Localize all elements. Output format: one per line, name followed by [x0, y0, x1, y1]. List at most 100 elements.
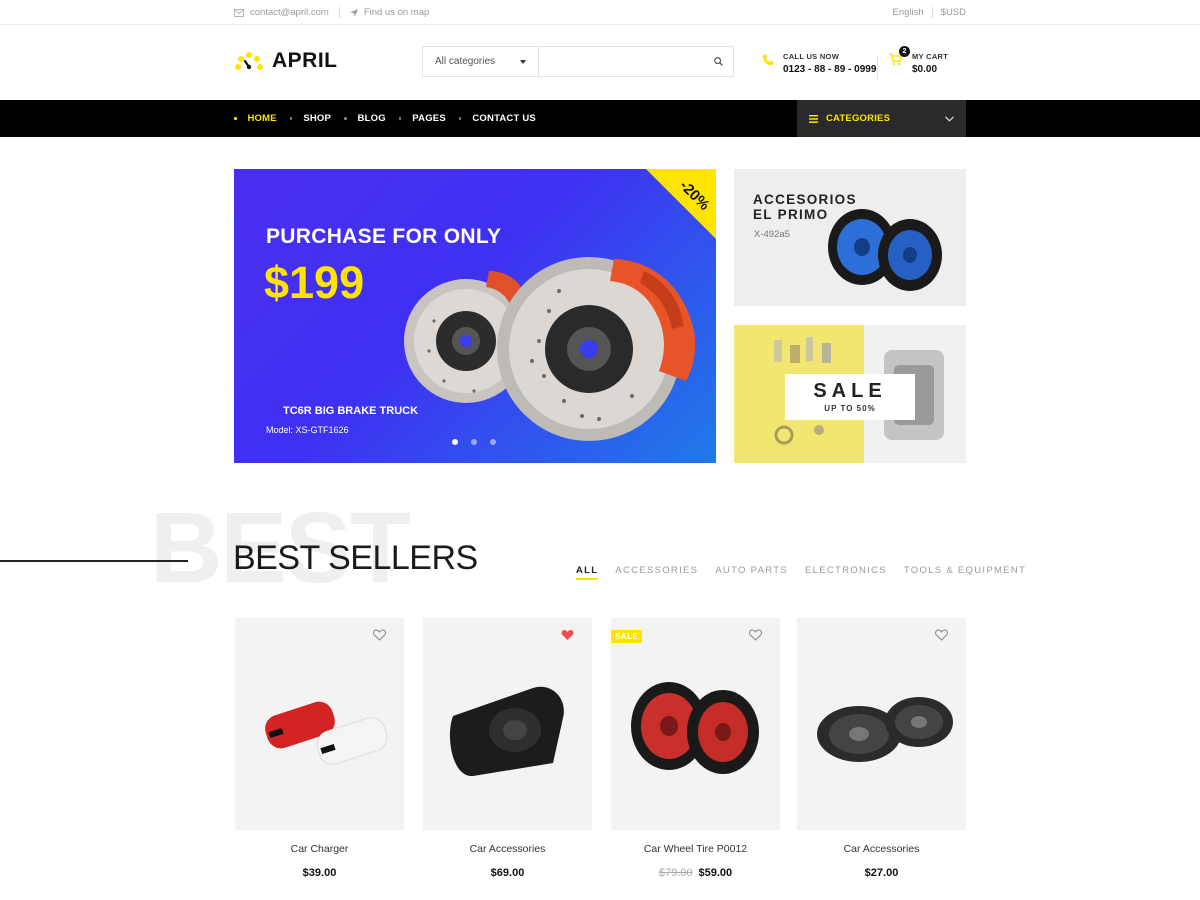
- location-arrow-icon: [349, 8, 358, 17]
- current-price: $27.00: [864, 867, 899, 879]
- hero-product-name: TC6R BIG BRAKE TRUCK: [282, 405, 419, 417]
- accessories-banner[interactable]: ACCESORIOS EL PRIMO X-492a5: [734, 169, 966, 306]
- nav-item-contact-us[interactable]: CONTACT US: [458, 113, 536, 124]
- nav-item-pages[interactable]: PAGES: [398, 113, 446, 124]
- product-name[interactable]: Car Accessories: [797, 843, 966, 855]
- nav-item-label: CONTACT US: [472, 113, 536, 124]
- search-bar: All categories: [422, 46, 734, 77]
- wheels-image: [828, 209, 942, 291]
- nav-item-label: BLOG: [357, 113, 386, 124]
- tab-electronics[interactable]: ELECTRONICS: [805, 565, 887, 576]
- product-card[interactable]: [797, 618, 966, 830]
- bullet: [344, 117, 347, 120]
- search-button[interactable]: [703, 47, 733, 76]
- speakerphone-image: [449, 686, 564, 777]
- old-price: $79.00: [658, 867, 693, 879]
- current-price: $69.00: [490, 867, 525, 879]
- tab-tools-equipment[interactable]: TOOLS & EQUIPMENT: [904, 565, 1026, 576]
- section-title: BEST SELLERS: [233, 539, 478, 577]
- slider-dots: [452, 439, 496, 445]
- main-nav: HOME SHOP BLOG PAGES CONTACT US CATEGORI…: [0, 100, 1200, 137]
- mail-icon: [234, 8, 244, 17]
- sale-box: SALE UP TO 50%: [785, 374, 915, 420]
- product-card[interactable]: SALE: [611, 618, 780, 830]
- categories-dropdown[interactable]: CATEGORIES: [797, 100, 966, 137]
- logo-text: APRIL: [272, 49, 338, 72]
- sale-banner[interactable]: SALE UP TO 50%: [734, 325, 966, 463]
- car-speakers-image: [817, 697, 953, 762]
- sale-badge: SALE: [611, 630, 643, 643]
- call-us: CALL US NOW 0123 - 88 - 89 - 0999: [762, 52, 876, 75]
- menu-icon: [809, 114, 818, 123]
- nav-item-shop[interactable]: SHOP: [289, 113, 332, 124]
- car-charger-image: [265, 701, 388, 765]
- section-line: [0, 560, 188, 562]
- divider: [931, 7, 933, 18]
- nav-item-label: SHOP: [303, 113, 332, 124]
- hero-heading: PURCHASE FOR ONLY: [266, 225, 502, 248]
- categories-label: CATEGORIES: [826, 113, 891, 124]
- bullet: [398, 117, 402, 120]
- heart-filled-icon[interactable]: [561, 629, 574, 641]
- product-filter-tabs: ALL ACCESSORIES AUTO PARTS ELECTRONICS T…: [576, 565, 1026, 580]
- brake-disc-image: [404, 257, 696, 441]
- caret-down-icon: [520, 59, 526, 64]
- product-price: $27.00: [797, 867, 966, 879]
- call-label: CALL US NOW: [783, 52, 840, 61]
- product-name[interactable]: Car Charger: [235, 843, 404, 855]
- tab-accessories[interactable]: ACCESSORIES: [615, 565, 698, 576]
- currency-selector[interactable]: $USD: [941, 7, 966, 18]
- sale-title: SALE: [813, 380, 887, 402]
- search-icon: [713, 57, 723, 66]
- product-price: $79.00 $59.00: [611, 867, 780, 879]
- product-price: $39.00: [235, 867, 404, 879]
- find-on-map-text: Find us on map: [363, 7, 430, 18]
- slider-dot-1[interactable]: [452, 439, 458, 445]
- product-name[interactable]: Car Wheel Tire P0012: [611, 843, 780, 855]
- bullet: [234, 117, 237, 120]
- hero-price: $199: [264, 257, 365, 308]
- sale-subtitle: UP TO 50%: [824, 404, 876, 413]
- nav-item-home[interactable]: HOME: [234, 113, 277, 124]
- product-card[interactable]: [235, 618, 404, 830]
- slider-dot-2[interactable]: [471, 439, 477, 445]
- chevron-down-icon: [945, 115, 954, 122]
- bullet: [289, 117, 293, 120]
- nav-item-label: PAGES: [412, 113, 446, 124]
- phone-number[interactable]: 0123 - 88 - 89 - 0999: [783, 64, 876, 75]
- cart-label: MY CART: [912, 52, 949, 61]
- current-price: $59.00: [698, 867, 733, 879]
- heart-outline-icon[interactable]: [749, 629, 762, 641]
- category-select[interactable]: All categories: [423, 47, 539, 76]
- slider-dot-3[interactable]: [490, 439, 496, 445]
- divider: [338, 7, 340, 18]
- banner-code: X-492a5: [754, 229, 790, 240]
- mini-cart[interactable]: 2 MY CART $0.00: [889, 46, 949, 75]
- find-on-map-link[interactable]: Find us on map: [349, 7, 430, 18]
- search-input[interactable]: [539, 47, 703, 76]
- contact-email[interactable]: contact@april.com: [234, 7, 329, 18]
- top-bar: contact@april.com Find us on map English…: [0, 0, 1200, 25]
- language-selector[interactable]: English: [892, 7, 923, 18]
- cart-count-badge: 2: [899, 46, 910, 57]
- nav-item-label: HOME: [247, 113, 277, 124]
- tab-auto-parts[interactable]: AUTO PARTS: [715, 565, 788, 576]
- category-select-value: All categories: [435, 56, 496, 67]
- product-price: $69.00: [423, 867, 592, 879]
- heart-outline-icon[interactable]: [373, 629, 386, 641]
- product-name[interactable]: Car Accessories: [423, 843, 592, 855]
- nav-item-blog[interactable]: BLOG: [344, 113, 386, 124]
- heart-outline-icon[interactable]: [935, 629, 948, 641]
- site-header: APRIL All categories CALL US NOW 0123 - …: [0, 25, 1200, 100]
- current-price: $39.00: [302, 867, 337, 879]
- gauge-logo-icon: [235, 52, 263, 70]
- phone-icon: [762, 54, 774, 66]
- wheel-tire-image: [631, 682, 759, 774]
- hero-slider[interactable]: -20% PURCHASE FOR ONLY $199 TC6R BIG BRA…: [234, 169, 716, 463]
- site-logo[interactable]: APRIL: [234, 49, 338, 73]
- divider: [877, 55, 878, 79]
- tab-all[interactable]: ALL: [576, 565, 599, 580]
- contact-email-text: contact@april.com: [250, 7, 329, 18]
- product-card[interactable]: [423, 618, 592, 830]
- hero-product-model: Model: XS-GTF1626: [266, 425, 349, 435]
